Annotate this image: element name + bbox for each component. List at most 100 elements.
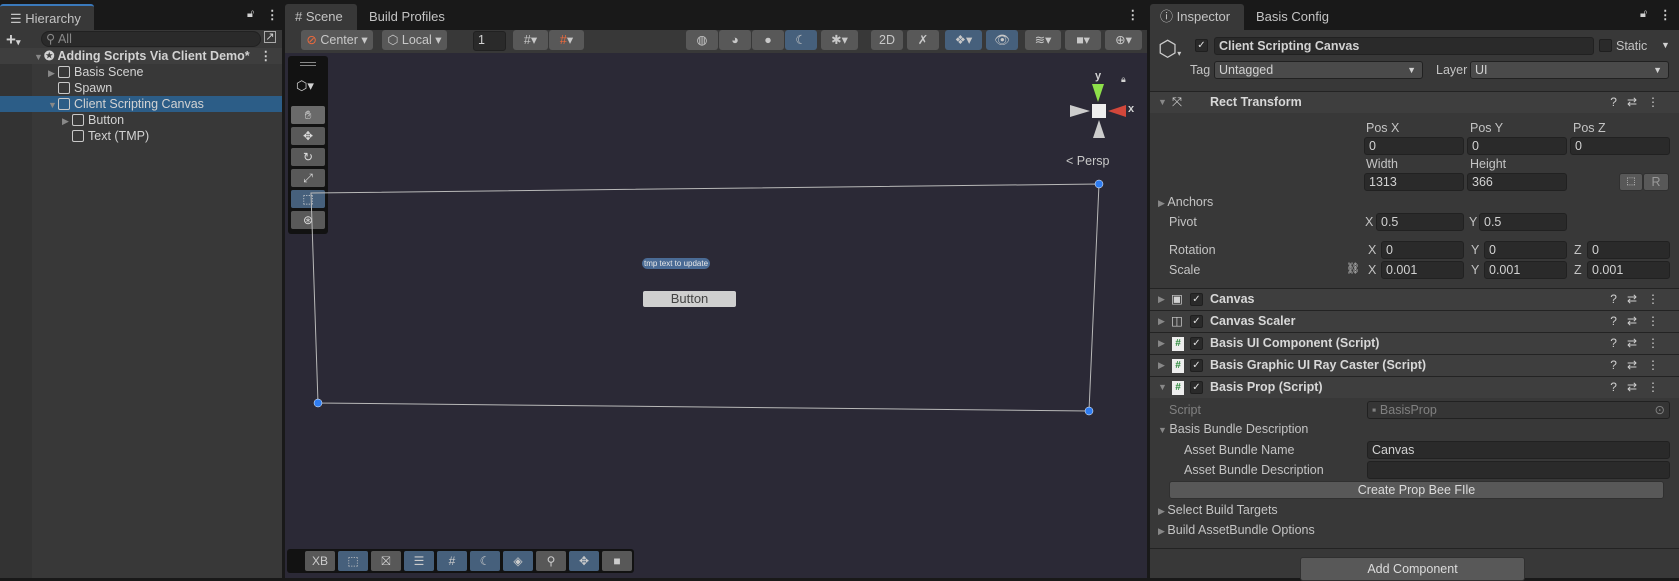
hierarchy-tree: ▼✪ Adding Scripts Via Client Demo* ⋮ ▶ Bas…: [0, 48, 282, 578]
search-overlay-button[interactable]: ⚲: [536, 551, 566, 571]
tag-dropdown[interactable]: Untagged ▼: [1214, 61, 1423, 79]
static-dropdown-icon[interactable]: ▼: [1661, 40, 1670, 50]
component-actions[interactable]: ?⇄⋮: [1610, 333, 1669, 354]
hierarchy-item[interactable]: ▶ Button: [0, 112, 282, 128]
build-assetbundle-options-foldout[interactable]: ▶ Build AssetBundle Options: [1158, 521, 1315, 540]
tab-basis-config[interactable]: Basis Config: [1246, 4, 1339, 30]
script-icon: #: [1172, 337, 1184, 351]
width-input[interactable]: 1313: [1364, 173, 1464, 191]
rotation-z-input[interactable]: 0: [1587, 241, 1670, 259]
static-label: Static: [1616, 39, 1648, 53]
rotation-x-input[interactable]: 0: [1381, 241, 1464, 259]
grid-overlay-button[interactable]: #: [437, 551, 467, 571]
height-input[interactable]: 366: [1467, 173, 1567, 191]
hierarchy-item[interactable]: ▶ Basis Scene: [0, 64, 282, 80]
xb-button[interactable]: XB: [305, 551, 335, 571]
scale-z-input[interactable]: 0.001: [1587, 261, 1670, 279]
persp-toggle[interactable]: < Persp: [1066, 154, 1109, 168]
rotation-y-input[interactable]: 0: [1484, 241, 1567, 259]
component-header-basis-ui-component[interactable]: ▶ # ✓ Basis UI Component (Script) ?⇄⋮: [1150, 332, 1679, 354]
layer-dropdown[interactable]: UI ▼: [1470, 61, 1669, 79]
component-header-canvas-scaler[interactable]: ▶ ◫ ✓ Canvas Scaler ?⇄⋮: [1150, 310, 1679, 332]
component-actions[interactable]: ?⇄⋮: [1610, 311, 1669, 332]
anchors-foldout[interactable]: ▶ Anchors: [1158, 193, 1213, 212]
rect-handle: [1094, 179, 1104, 189]
scene-orientation-gizmo[interactable]: y x: [1060, 70, 1140, 150]
scene-button[interactable]: Button: [643, 291, 736, 307]
component-header-canvas[interactable]: ▶ ▣ ✓ Canvas ?⇄⋮: [1150, 288, 1679, 310]
asset-bundle-name-input[interactable]: Canvas: [1367, 441, 1670, 459]
axis-label: X: [1368, 263, 1377, 277]
pivot-y-input[interactable]: 0.5: [1479, 213, 1567, 231]
pos-x-label: Pos X: [1366, 121, 1400, 135]
add-button[interactable]: +▾: [6, 30, 20, 50]
tag-label: Tag: [1190, 63, 1211, 77]
asset-bundle-description-input[interactable]: [1367, 461, 1670, 479]
axis-label: Y: [1471, 263, 1480, 277]
canvas-icon: ▣: [1171, 292, 1183, 306]
gameobject-icon[interactable]: ⬡▾: [1158, 36, 1181, 62]
asset-name-label: Asset Bundle Name: [1184, 443, 1295, 457]
tab-hierarchy[interactable]: ☰ Hierarchy: [0, 4, 94, 30]
tmp-text[interactable]: tmp text to update: [642, 258, 711, 269]
move-overlay-button[interactable]: ✥: [569, 551, 599, 571]
camera-overlay-button[interactable]: ■: [602, 551, 632, 571]
object-name-input[interactable]: Client Scripting Canvas: [1214, 37, 1594, 55]
more-menu-icon[interactable]: ⋮: [1659, 7, 1672, 22]
axis-label: Z: [1574, 263, 1582, 277]
pos-y-input[interactable]: 0: [1467, 137, 1567, 155]
component-actions[interactable]: ?⇄⋮: [1610, 355, 1669, 376]
gizmo-lock-icon[interactable]: 🔒︎: [1121, 74, 1126, 85]
active-checkbox[interactable]: ✓: [1195, 39, 1208, 52]
add-component-button[interactable]: Add Component: [1300, 557, 1525, 581]
rect-handle: [1084, 406, 1094, 416]
component-enabled-checkbox[interactable]: ✓: [1190, 293, 1203, 306]
axis-label: X: [1368, 243, 1377, 257]
sliders-overlay-button[interactable]: ☰: [404, 551, 434, 571]
component-enabled-checkbox[interactable]: ✓: [1190, 359, 1203, 372]
search-expand-icon[interactable]: ↗: [264, 31, 276, 43]
lighting-overlay-button[interactable]: ☾: [470, 551, 500, 571]
component-enabled-checkbox[interactable]: ✓: [1190, 381, 1203, 394]
component-actions[interactable]: ?⇄⋮: [1610, 377, 1669, 398]
hierarchy-item[interactable]: Spawn: [0, 80, 282, 96]
constrain-proportions-icon[interactable]: ⛓: [1346, 262, 1360, 275]
component-header-rect-transform[interactable]: ▼ ⤧ Rect Transform ?⇄⋮: [1150, 91, 1679, 113]
bundle-description-foldout[interactable]: ▼ Basis Bundle Description: [1158, 420, 1308, 439]
navmesh-overlay-button[interactable]: ◈: [503, 551, 533, 571]
hierarchy-search-input[interactable]: ⚲ All: [41, 31, 261, 47]
constraint-overlay-button[interactable]: ⛝: [371, 551, 401, 571]
pivot-x-input[interactable]: 0.5: [1376, 213, 1464, 231]
lock-icon[interactable]: 🔓︎: [247, 8, 254, 21]
select-build-targets-foldout[interactable]: ▶ Select Build Targets: [1158, 501, 1278, 520]
more-menu-icon[interactable]: ⋮: [266, 7, 279, 22]
scene-more-icon[interactable]: ⋮: [260, 48, 273, 64]
component-header-basis-prop[interactable]: ▼ # ✓ Basis Prop (Script) ?⇄⋮: [1150, 376, 1679, 398]
component-header-basis-graphic-ui-ray-caster[interactable]: ▶ # ✓ Basis Graphic UI Ray Caster (Script)?…: [1150, 354, 1679, 376]
inspector-tabbar: ⓘ Inspector Basis Config 🔓︎ ⋮: [1150, 0, 1679, 30]
scale-x-input[interactable]: 0.001: [1381, 261, 1464, 279]
component-enabled-checkbox[interactable]: ✓: [1190, 315, 1203, 328]
pos-x-input[interactable]: 0: [1364, 137, 1464, 155]
inspector-panel: ⓘ Inspector Basis Config 🔓︎ ⋮ ⬡▾ ✓ Clien…: [1150, 0, 1679, 581]
raw-edit-button[interactable]: R: [1643, 173, 1669, 191]
canvas-rect-gizmo: [310, 179, 1104, 416]
overlay-toolbar: XB ⬚ ⛝ ☰ # ☾ ◈ ⚲ ✥ ■: [287, 549, 634, 573]
object-picker-icon[interactable]: ⊙: [1655, 402, 1665, 418]
tab-inspector[interactable]: ⓘ Inspector: [1150, 4, 1244, 30]
component-actions[interactable]: ?⇄⋮: [1610, 289, 1669, 310]
pos-z-input[interactable]: 0: [1570, 137, 1670, 155]
rect-overlay-button[interactable]: ⬚: [338, 551, 368, 571]
blueprint-mode-button[interactable]: ⬚: [1619, 173, 1643, 191]
static-checkbox[interactable]: [1599, 39, 1612, 52]
component-actions[interactable]: ?⇄⋮: [1610, 92, 1669, 113]
hierarchy-item[interactable]: Text (TMP): [0, 128, 282, 144]
scale-y-input[interactable]: 0.001: [1484, 261, 1567, 279]
height-label: Height: [1470, 157, 1507, 171]
lock-icon[interactable]: 🔓︎: [1640, 8, 1647, 21]
create-prop-bee-file-button[interactable]: Create Prop Bee FIle: [1169, 481, 1664, 499]
hierarchy-item-selected[interactable]: ▼ Client Scripting Canvas: [0, 96, 282, 112]
gameobject-icon: [58, 98, 70, 110]
component-enabled-checkbox[interactable]: ✓: [1190, 337, 1203, 350]
scene-root[interactable]: ▼✪ Adding Scripts Via Client Demo* ⋮: [0, 48, 282, 64]
